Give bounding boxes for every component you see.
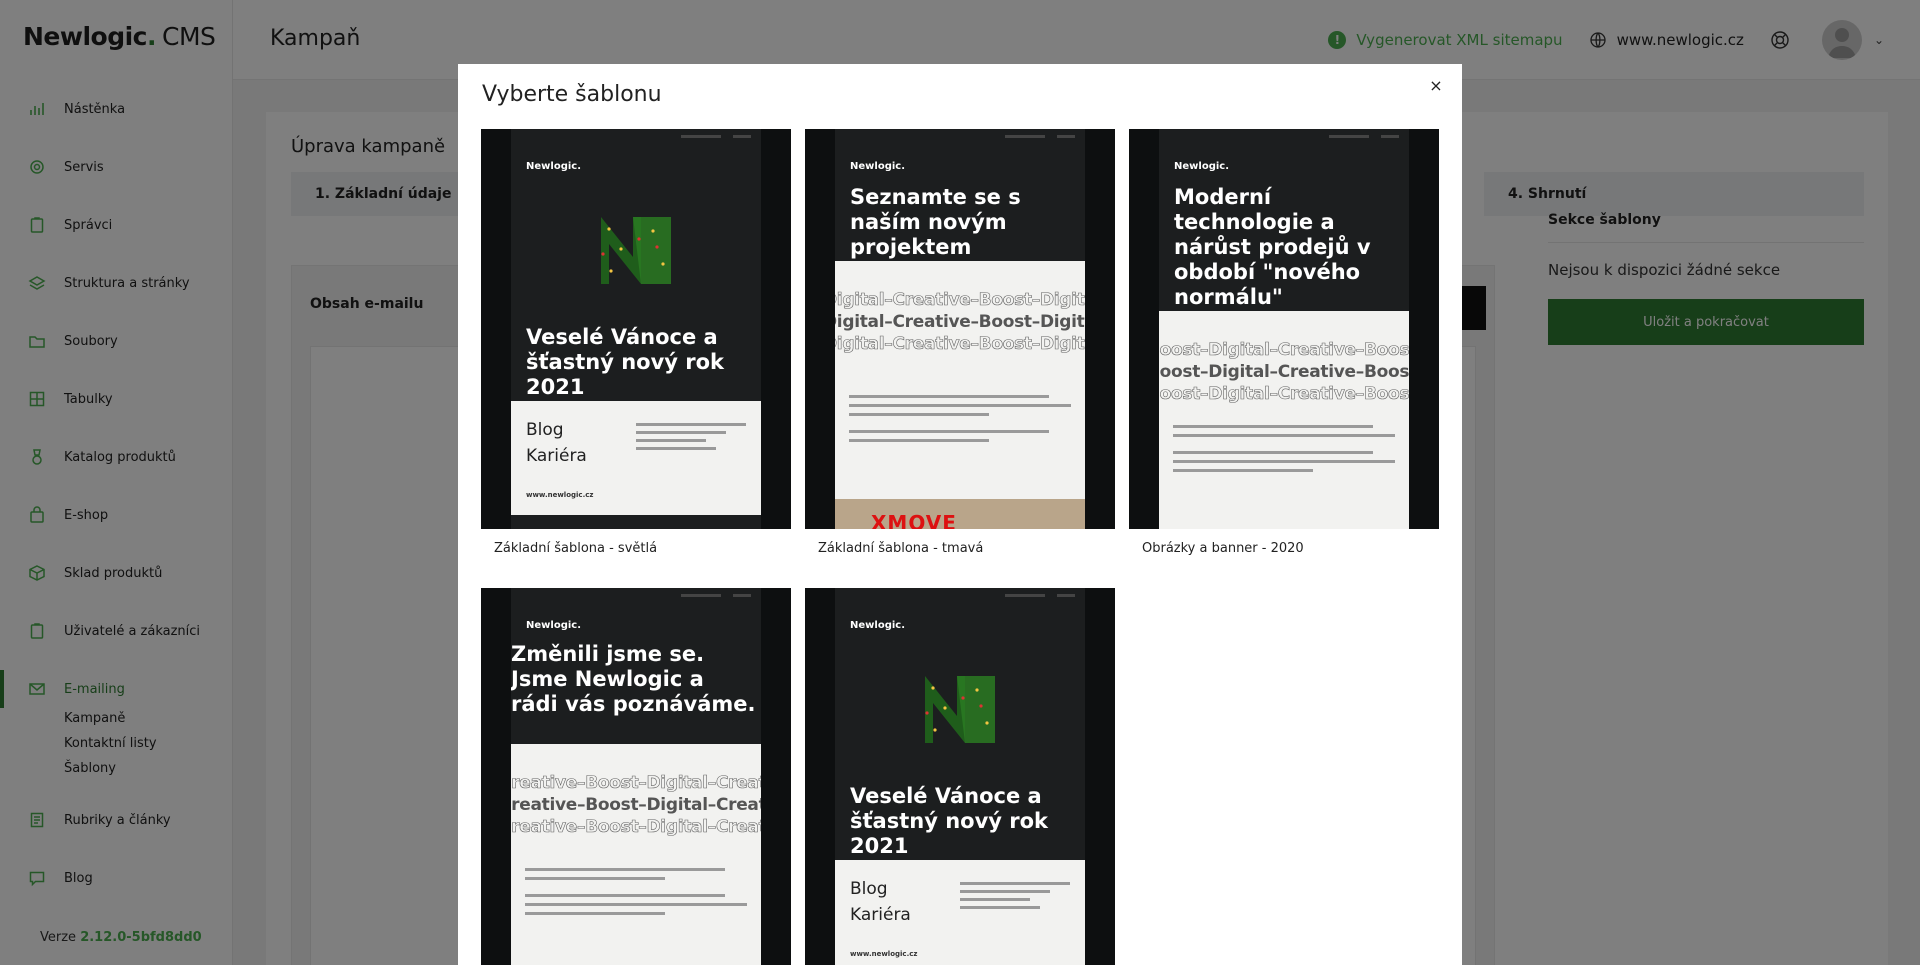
preview-brand: Newlogic. xyxy=(526,620,581,631)
preview-text-line xyxy=(525,903,747,906)
preview-strip: Digital–Creative–Boost–Digital–Creative–… xyxy=(835,290,1085,311)
template-card-dark[interactable]: Newlogic. Seznamte se s naším novým proj… xyxy=(805,129,1115,556)
preview-career: Kariéra xyxy=(850,905,911,925)
email-preview: Newlogic. Veselé Vánoce a šťastný nový r… xyxy=(835,588,1085,965)
template-thumbnail: Newlogic. Změnili jsme se. Jsme Newlogic… xyxy=(481,588,791,965)
preview-text-line xyxy=(525,912,665,915)
preview-brand: Newlogic. xyxy=(1174,161,1229,172)
preview-text-line xyxy=(849,430,1049,433)
preview-topline xyxy=(845,594,1075,598)
preview-strip: Creative–Boost–Digital–Creative–Boost–Di… xyxy=(511,795,761,815)
preview-text-line xyxy=(1173,460,1395,463)
email-preview: Newlogic. Moderní technologie a nárůst p… xyxy=(1159,129,1409,529)
preview-strip: Digital–Creative–Boost–Digital–Creative–… xyxy=(835,312,1085,332)
template-card-light[interactable]: Newlogic. Veselé Vánoce a šťastný nový r… xyxy=(481,129,791,556)
preview-text-line xyxy=(525,877,665,880)
email-preview: Newlogic. Seznamte se s naším novým proj… xyxy=(835,129,1085,529)
preview-topline xyxy=(521,594,751,598)
preview-headline: Změnili jsme se. Jsme Newlogic a rádi vá… xyxy=(511,642,756,716)
preview-url: www.newlogic.cz xyxy=(526,491,594,499)
preview-blog: Blog xyxy=(526,420,564,440)
template-thumbnail: Newlogic. Moderní technologie a nárůst p… xyxy=(1129,129,1439,529)
preview-text-line xyxy=(849,395,1049,398)
preview-headline: Moderní technologie a nárůst prodejů v o… xyxy=(1174,185,1371,309)
preview-blog-links: Blog Kariéra xyxy=(526,417,587,469)
preview-light-block: Blog Kariéra www.newlogic.cz xyxy=(511,401,761,515)
preview-text-line xyxy=(525,868,725,871)
preview-strip: Digital–Creative–Boost–Digital–Creative–… xyxy=(835,334,1085,355)
preview-brand: Newlogic. xyxy=(850,620,905,631)
preview-topline xyxy=(845,135,1075,139)
template-card-rebrand[interactable]: Newlogic. Změnili jsme se. Jsme Newlogic… xyxy=(481,588,791,965)
preview-text-line xyxy=(849,404,1071,407)
preview-headline: Veselé Vánoce a šťastný nový rok 2021 xyxy=(850,784,1049,858)
template-thumbnail: Newlogic. Seznamte se s naším novým proj… xyxy=(805,129,1115,529)
template-picker-modal: Vyberte šablonu × Newlogic. Veselé Vánoc… xyxy=(458,64,1462,965)
preview-text-line xyxy=(1173,425,1373,428)
preview-brand: Newlogic. xyxy=(526,161,581,172)
template-card-images-banner[interactable]: Newlogic. Moderní technologie a nárůst p… xyxy=(1129,129,1439,556)
preview-strip: Boost–Digital–Creative–Boost–Digital–Cre… xyxy=(1159,362,1409,382)
email-preview: Newlogic. Veselé Vánoce a šťastný nový r… xyxy=(511,129,761,529)
preview-strip: Creative–Boost–Digital–Creative–Boost–Di… xyxy=(511,773,761,794)
email-preview: Newlogic. Změnili jsme se. Jsme Newlogic… xyxy=(511,588,761,965)
preview-headline: Seznamte se s naším novým projektem xyxy=(850,185,1021,259)
preview-blog-links: Blog Kariéra xyxy=(850,876,911,928)
christmas-tree-logo-icon xyxy=(601,217,671,284)
preview-address xyxy=(636,423,746,455)
preview-address xyxy=(960,882,1070,914)
preview-text-line xyxy=(1173,451,1373,454)
preview-career: Kariéra xyxy=(526,446,587,466)
preview-text-line xyxy=(525,894,725,897)
preview-light-block: Boost–Digital–Creative–Boost–Digital–Cre… xyxy=(1159,311,1409,529)
modal-title: Vyberte šablonu xyxy=(482,82,662,107)
preview-strip: Boost–Digital–Creative–Boost–Digital–Cre… xyxy=(1159,384,1409,405)
preview-url: www.newlogic.cz xyxy=(850,950,918,958)
template-name: Základní šablona - světlá xyxy=(494,541,658,556)
template-thumbnail: Newlogic. Veselé Vánoce a šťastný nový r… xyxy=(481,129,791,529)
template-name: Základní šablona - tmavá xyxy=(818,541,984,556)
template-name: Obrázky a banner - 2020 xyxy=(1142,541,1304,556)
preview-banner-logo: XMOVE xyxy=(871,511,957,529)
preview-topline xyxy=(1169,135,1399,139)
preview-text-line xyxy=(849,413,989,416)
preview-headline: Veselé Vánoce a šťastný nový rok 2021 xyxy=(526,325,725,399)
preview-text-line xyxy=(1173,469,1313,472)
preview-light-block: Digital–Creative–Boost–Digital–Creative–… xyxy=(835,261,1085,529)
template-card-christmas[interactable]: Newlogic. Veselé Vánoce a šťastný nový r… xyxy=(805,588,1115,965)
preview-topline xyxy=(521,135,751,139)
preview-blog: Blog xyxy=(850,879,888,899)
preview-text-line xyxy=(849,439,989,442)
close-icon[interactable]: × xyxy=(1428,78,1444,94)
preview-light-block: Creative–Boost–Digital–Creative–Boost–Di… xyxy=(511,744,761,965)
preview-light-block: Blog Kariéra www.newlogic.cz xyxy=(835,860,1085,965)
christmas-tree-logo-icon xyxy=(925,676,995,743)
preview-strip: Creative–Boost–Digital–Creative–Boost–Di… xyxy=(511,817,761,838)
template-thumbnail: Newlogic. Veselé Vánoce a šťastný nový r… xyxy=(805,588,1115,965)
preview-brand: Newlogic. xyxy=(850,161,905,172)
preview-strip: Boost–Digital–Creative–Boost–Digital–Cre… xyxy=(1159,340,1409,361)
preview-banner-image: XMOVE xyxy=(835,499,1085,529)
preview-text-line xyxy=(1173,434,1395,437)
